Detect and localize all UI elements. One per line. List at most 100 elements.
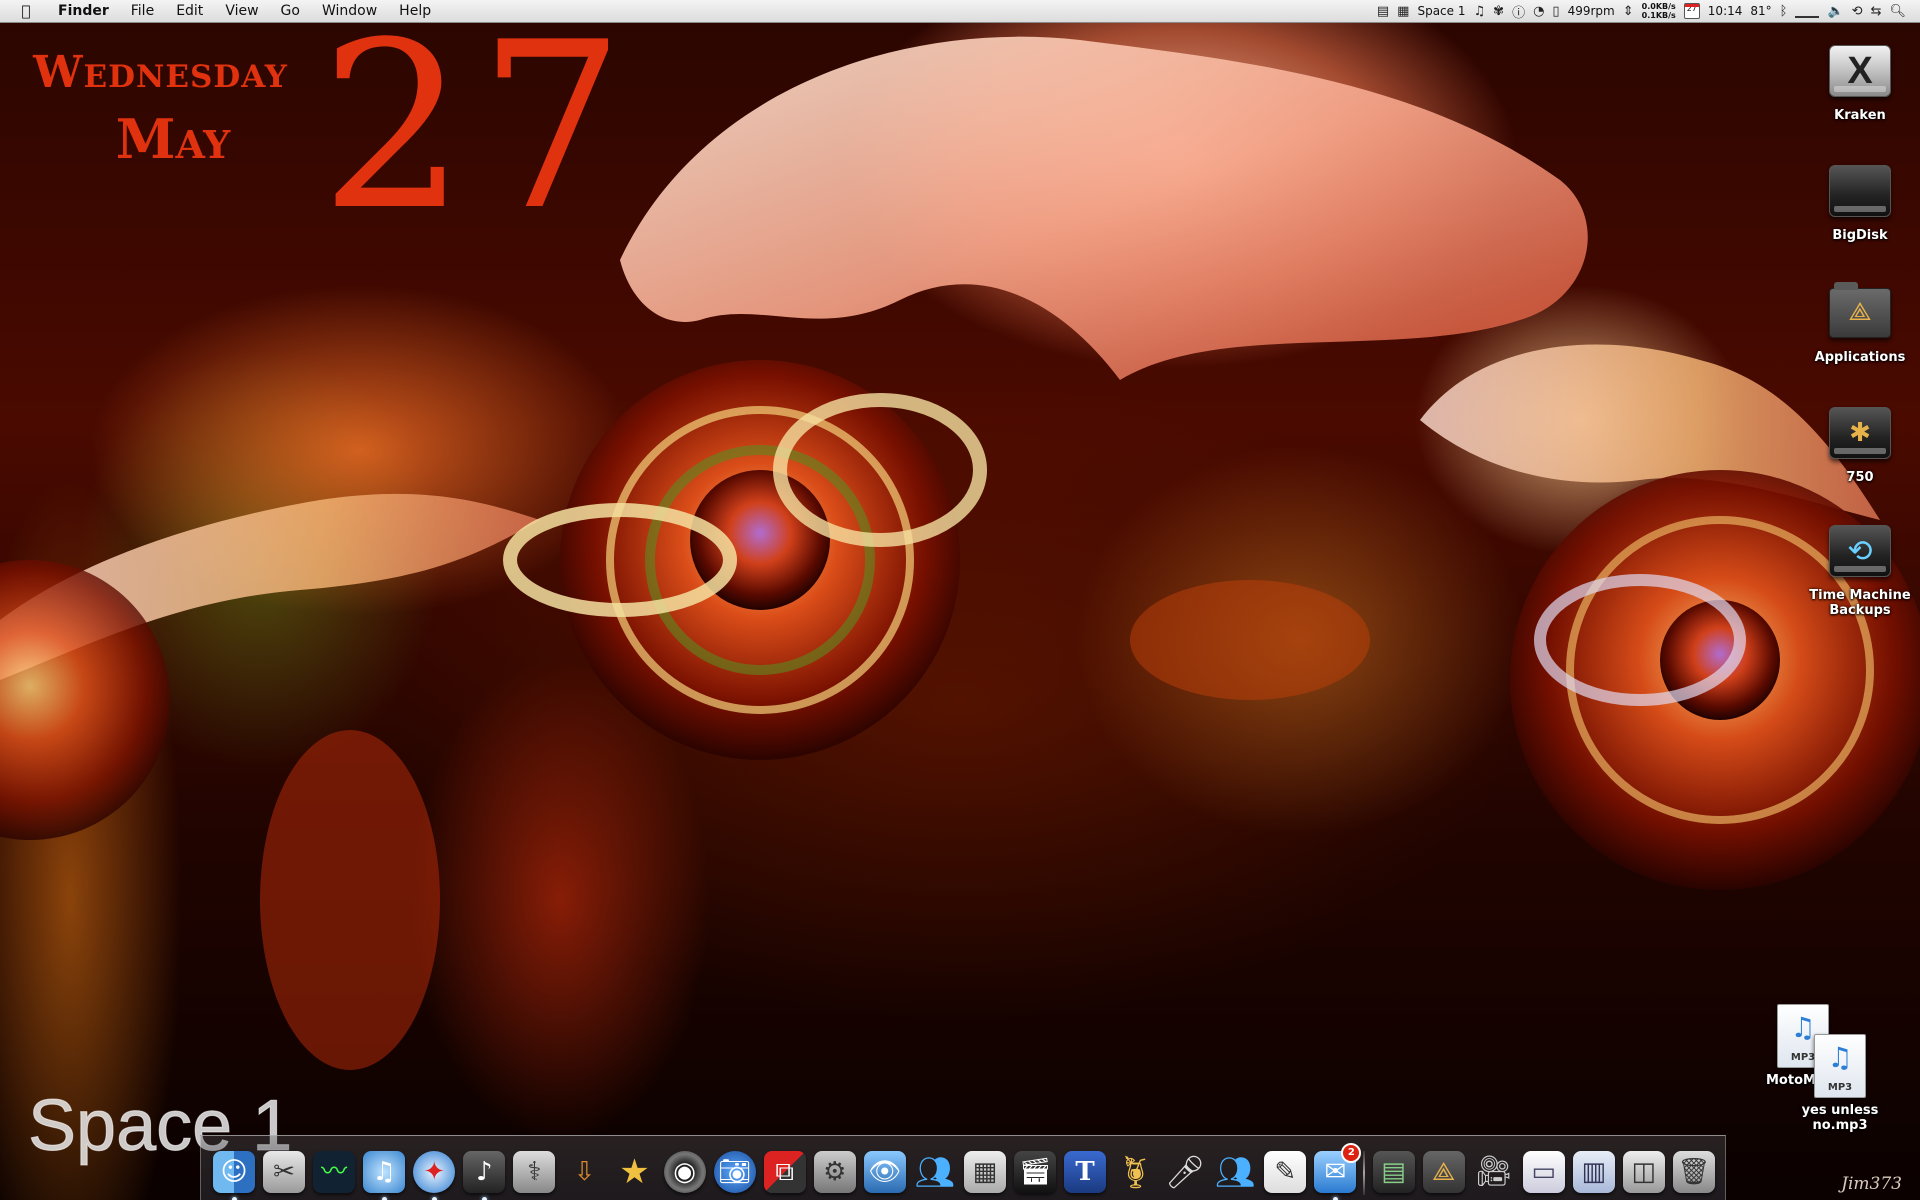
- artist-signature: Jim373: [1841, 1174, 1902, 1194]
- itunes-control-icon[interactable]: ♫: [1474, 4, 1486, 19]
- dock-stack-documents[interactable]: ▤: [1372, 1149, 1416, 1195]
- dock-cocktail[interactable]: 🍹︎: [1113, 1149, 1157, 1195]
- spaces-label[interactable]: Space 1: [1417, 4, 1465, 18]
- video-camera-icon: 🎥︎: [1474, 1154, 1513, 1189]
- dock-textedit[interactable]: ✎: [1263, 1149, 1307, 1195]
- dock-system-preferences[interactable]: ⚙: [813, 1149, 857, 1195]
- dock-parallels[interactable]: ⧉: [763, 1149, 807, 1195]
- dock-trash[interactable]: 🗑︎: [1672, 1149, 1716, 1195]
- lens-icon: ◉: [663, 1151, 706, 1193]
- document-stack-icon: ▤: [1372, 1151, 1415, 1193]
- dock-itunes[interactable]: ♫: [362, 1149, 406, 1200]
- bluetooth-icon[interactable]: ᛒ: [1780, 4, 1788, 19]
- date-day-number: 27: [320, 0, 637, 261]
- webpage-icon: ▥: [1572, 1151, 1615, 1193]
- adium-icon[interactable]: ⓘ: [1512, 2, 1525, 21]
- time-machine-menu-icon[interactable]: ⟲: [1852, 4, 1863, 19]
- camera-icon: 📷︎: [713, 1151, 756, 1193]
- menu-go[interactable]: Go: [270, 0, 311, 22]
- dock-finder[interactable]: ☺: [212, 1149, 256, 1200]
- dock-music-app[interactable]: ♪: [462, 1149, 506, 1200]
- desktop-icon-time-machine[interactable]: ⟲ Time Machine Backups: [1805, 520, 1915, 618]
- calendar-icon[interactable]: 27: [1683, 3, 1700, 19]
- eye-icon: 👁︎: [863, 1151, 906, 1193]
- music-note-icon: ♪: [463, 1151, 506, 1193]
- dock-stack-video[interactable]: 🎥︎: [1472, 1149, 1516, 1195]
- dock-textsoap[interactable]: T: [1063, 1149, 1107, 1195]
- activity-gauge-icon[interactable]: ◔: [1533, 4, 1544, 19]
- menu-edit[interactable]: Edit: [165, 0, 214, 22]
- dock-divider: [1363, 1151, 1366, 1195]
- fractal-art: [0, 36, 1920, 1070]
- activity-monitor-icon: 〰: [313, 1151, 356, 1193]
- spaces-grid-icon[interactable]: ▦: [1397, 4, 1409, 19]
- dock-imovie-star[interactable]: ★: [613, 1149, 657, 1195]
- spotlight-search-icon[interactable]: 🔍︎: [1889, 4, 1906, 19]
- dock-downloads-arrow[interactable]: ⇩: [562, 1149, 606, 1195]
- drive-icon: X: [1829, 40, 1891, 102]
- dock-image-capture[interactable]: 📷︎: [713, 1149, 757, 1195]
- menu-view[interactable]: View: [214, 0, 269, 22]
- dock-activity-monitor[interactable]: 〰: [312, 1149, 356, 1195]
- download-arrow-icon: ⇩: [573, 1157, 596, 1187]
- volume-icon[interactable]: 🔈: [1827, 4, 1843, 19]
- dock-calculator[interactable]: ▦: [963, 1149, 1007, 1195]
- dock-microphone[interactable]: 🎤︎: [1163, 1149, 1207, 1195]
- menu-app-finder[interactable]: Finder: [50, 0, 120, 22]
- growl-paw-icon[interactable]: ✾: [1493, 4, 1504, 19]
- dock-messenger-buddies[interactable]: 👥︎: [913, 1149, 957, 1195]
- firewire-drive-icon: ✱: [1829, 402, 1891, 464]
- menu-help[interactable]: Help: [388, 0, 442, 22]
- menu-window[interactable]: Window: [311, 0, 388, 22]
- apple-menu-icon[interactable]: : [16, 2, 36, 20]
- clock-readout[interactable]: 10:14: [1708, 4, 1743, 18]
- dock-messenger-buddies-2[interactable]: 👥︎: [1213, 1149, 1257, 1195]
- network-throughput[interactable]: 0.0KB/s 0.1KB/s: [1642, 2, 1676, 20]
- desktop-icon-label: Kraken: [1834, 108, 1886, 123]
- disk-utility-icon: ⚕: [513, 1151, 556, 1193]
- dock-mail[interactable]: ✉ 2: [1313, 1143, 1362, 1200]
- buddies-icon: 👥︎: [1214, 1153, 1256, 1191]
- dock-preview-eye[interactable]: 👁︎: [863, 1149, 907, 1195]
- stepper-icon[interactable]: ⇕: [1623, 4, 1634, 19]
- dock-stack-screens[interactable]: ▭: [1522, 1149, 1566, 1195]
- downloads-stack-icon: ◫: [1622, 1151, 1665, 1193]
- mp3-file-icon: ♫ MP3: [1809, 1034, 1871, 1098]
- temperature-readout[interactable]: 81°: [1750, 4, 1771, 18]
- dock-disk-utility[interactable]: ⚕: [512, 1149, 556, 1195]
- desktop-icon-bigdisk[interactable]: BigDisk: [1805, 160, 1915, 243]
- menu-file[interactable]: File: [120, 0, 165, 22]
- desktop-icon-750[interactable]: ✱ 750: [1805, 402, 1915, 485]
- folder-icon: ⟁: [1422, 1151, 1465, 1193]
- microphone-icon: 🎤︎: [1164, 1153, 1206, 1191]
- sync-menu-icon[interactable]: ⇆: [1871, 4, 1882, 19]
- text-t-icon: T: [1064, 1151, 1107, 1193]
- desktop-icon-yes-unless-no[interactable]: ♫ MP3 yes unless no.mp3: [1790, 1034, 1890, 1133]
- desktop-icon-label: BigDisk: [1832, 228, 1888, 243]
- desktop-icon-kraken[interactable]: X Kraken: [1805, 40, 1915, 123]
- desktop-icon-applications[interactable]: ⟁ Applications: [1805, 282, 1915, 365]
- dock-safari[interactable]: ✦: [412, 1149, 456, 1200]
- document-pen-icon: ✎: [1264, 1151, 1307, 1193]
- fan-speed-readout[interactable]: 499rpm: [1568, 4, 1615, 18]
- date-weekday: Wednesday: [33, 47, 288, 98]
- dock-camera-lens[interactable]: ◉: [663, 1149, 707, 1195]
- dock-stack-web[interactable]: ▥: [1572, 1149, 1616, 1195]
- dock-final-cut[interactable]: 🎬︎: [1013, 1149, 1057, 1195]
- itunes-icon: ♫: [363, 1151, 406, 1193]
- trash-icon: 🗑︎: [1672, 1151, 1715, 1193]
- scissors-icon: ✂: [263, 1151, 306, 1193]
- dock-stack-applications[interactable]: ⟁: [1422, 1149, 1466, 1195]
- display-menu-icon[interactable]: ▤: [1377, 4, 1389, 19]
- dock-stack-downloads[interactable]: ◫: [1622, 1149, 1666, 1195]
- safari-compass-icon: ✦: [413, 1151, 456, 1193]
- net-up-readout: 0.1KB/s: [1641, 11, 1676, 20]
- date-month: May: [115, 107, 231, 171]
- clapboard-icon: 🎬︎: [1014, 1151, 1056, 1193]
- memory-graph-icon[interactable]: [1795, 4, 1820, 18]
- net-down-readout: 0.0KB/s: [1641, 2, 1676, 11]
- menu-bar:  Finder File Edit View Go Window Help ▤…: [0, 0, 1920, 23]
- cpu-meter-icon[interactable]: ▯: [1552, 4, 1559, 19]
- parallels-icon: ⧉: [763, 1151, 806, 1193]
- dock-preview[interactable]: ✂: [262, 1149, 306, 1195]
